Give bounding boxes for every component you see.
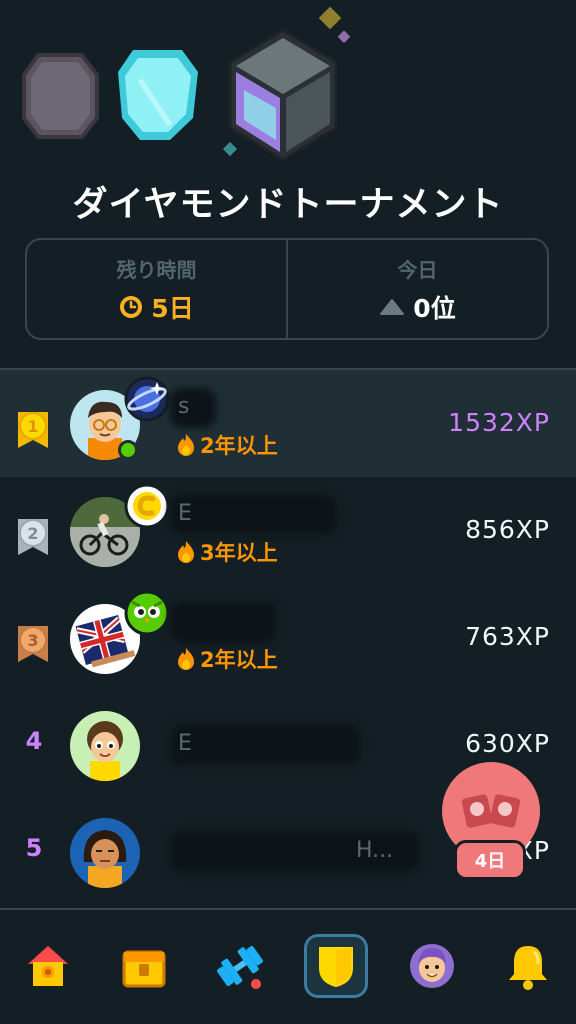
shield-icon [319, 947, 353, 988]
name-redaction [170, 495, 336, 535]
rank-number: 3 [27, 631, 38, 650]
league-title: ダイヤモンドトーナメント [72, 185, 504, 225]
xp-value: 856XP [465, 515, 550, 544]
today-label: 今日 [397, 257, 438, 282]
chest-timer-badge: 4日 [454, 840, 526, 880]
user-name: E [178, 731, 192, 756]
league-stats-card: 残り時間 5日 今日 0位 [25, 238, 549, 340]
streak-text: 3年以上 [200, 541, 278, 565]
leaderboard-row[interactable]: 3 2年以上 763XP [0, 584, 576, 691]
duo-owl-icon [124, 590, 170, 636]
streak-text: 2年以上 [200, 648, 278, 672]
avatar[interactable] [70, 711, 140, 781]
home-icon [28, 946, 68, 986]
user-name: E [178, 501, 192, 526]
user-name: s [178, 394, 190, 419]
planet-icon [124, 376, 170, 422]
rank-number: 5 [25, 834, 43, 862]
today-value: 0位 [413, 293, 456, 323]
fire-icon [178, 648, 194, 670]
xp-value: 763XP [465, 622, 550, 651]
nav-profile[interactable] [400, 934, 464, 998]
online-indicator [118, 440, 138, 460]
rank-number: 2 [27, 524, 38, 543]
nav-leagues[interactable] [304, 934, 368, 998]
leaderboard-row[interactable]: 1 s 2年以上 1532XP [0, 370, 576, 477]
treasure-chest-icon [122, 950, 166, 988]
rank-number: 1 [27, 417, 38, 436]
time-left-label: 残り時間 [116, 257, 197, 282]
time-left-value: 5日 [151, 293, 194, 323]
xp-value: 1532XP [448, 408, 550, 437]
nav-stories[interactable] [112, 934, 176, 998]
avatar-face-icon [83, 830, 127, 888]
bottom-nav [0, 908, 576, 1024]
leaderboard-row[interactable]: 2 E 3年以上 856XP [0, 477, 576, 584]
obsidian-gem-icon [22, 53, 99, 139]
user-name: H... [356, 838, 394, 863]
profile-avatar-icon [410, 944, 454, 988]
fire-icon [178, 434, 194, 456]
gold-medal-icon: 1 [18, 412, 48, 448]
silver-medal-icon: 2 [18, 519, 48, 555]
nav-practice[interactable] [208, 934, 272, 998]
nav-notifications[interactable] [496, 934, 560, 998]
coin-icon [124, 483, 170, 529]
locked-gem-icon [222, 6, 351, 162]
avatar[interactable] [70, 818, 140, 888]
fire-icon [178, 541, 194, 563]
today-stat: 今日 0位 [286, 240, 547, 338]
nav-home[interactable] [16, 934, 80, 998]
time-left-stat: 残り時間 5日 [27, 240, 286, 338]
dumbbell-icon [217, 945, 263, 989]
avatar-face-icon [87, 721, 123, 781]
league-gems [22, 6, 351, 162]
streak-text: 2年以上 [200, 434, 278, 458]
bell-icon [509, 946, 547, 990]
rank-number: 4 [25, 727, 43, 755]
bronze-medal-icon: 3 [18, 626, 48, 662]
name-redaction [170, 602, 276, 642]
clock-icon [120, 295, 143, 318]
diamond-gem-icon [118, 50, 198, 140]
name-redaction [170, 388, 216, 428]
name-redaction [170, 725, 360, 765]
triangle-up-icon [380, 298, 405, 315]
xp-value: 630XP [465, 729, 550, 758]
